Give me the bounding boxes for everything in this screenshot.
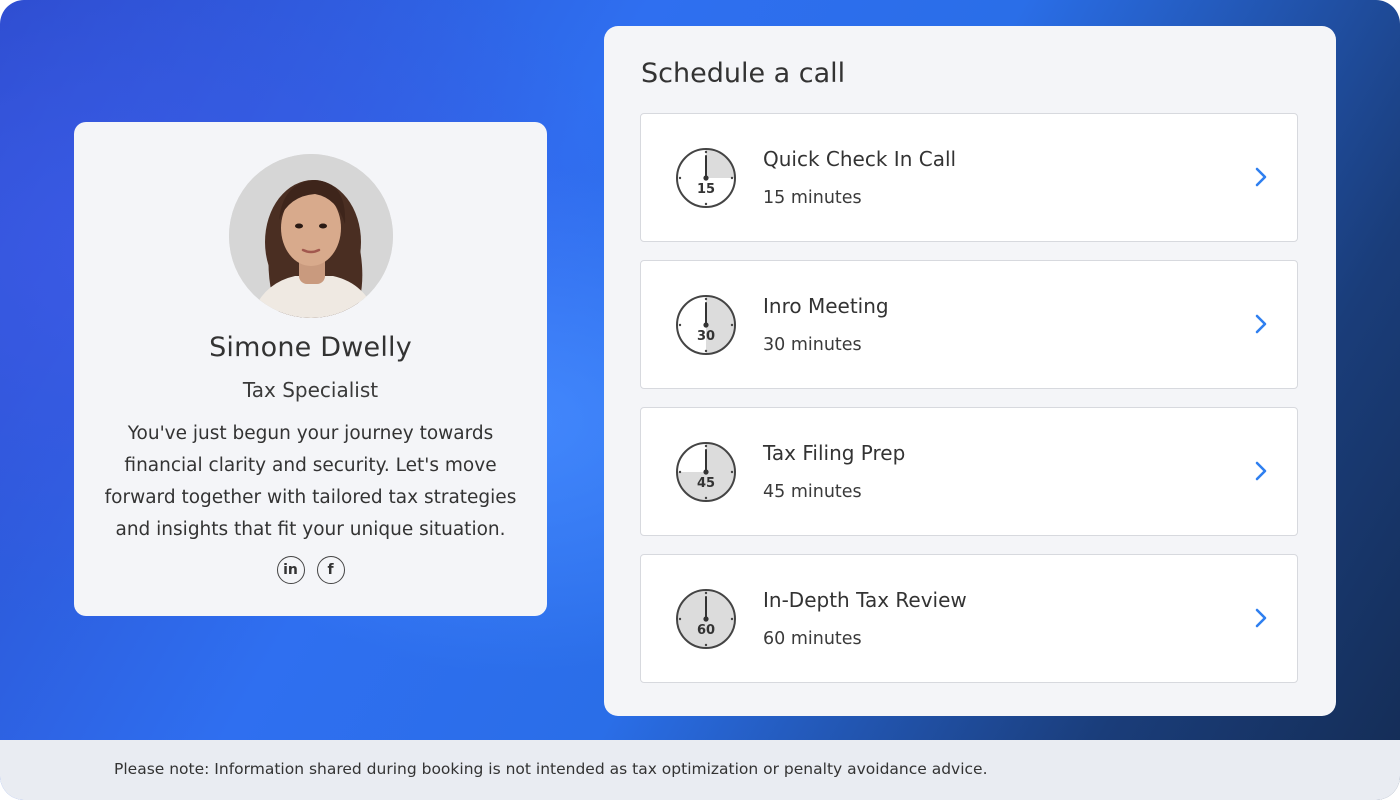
call-name: Inro Meeting [763, 294, 889, 318]
clock-fill [706, 150, 734, 178]
profile-name: Simone Dwelly [209, 332, 412, 363]
chevron-right-icon [1255, 314, 1267, 334]
clock-icon: 45 [676, 442, 736, 502]
disclaimer-text: Please note: Information shared during b… [114, 760, 988, 778]
clock-label: 30 [697, 329, 715, 344]
clock-icon: 15 [676, 148, 736, 208]
clock-label: 15 [697, 182, 715, 197]
facebook-icon[interactable]: f [316, 556, 345, 584]
call-duration: 45 minutes [763, 482, 862, 502]
call-duration: 30 minutes [763, 335, 862, 355]
linkedin-icon[interactable]: in [276, 556, 305, 584]
clock-label: 45 [697, 476, 715, 491]
clock-fill [706, 297, 734, 353]
call-name: Tax Filing Prep [763, 441, 906, 465]
profile-card: Simone Dwelly Tax Specialist You've just… [74, 122, 547, 616]
clock-icon: 60 [676, 589, 736, 649]
chevron-right-icon [1255, 167, 1267, 187]
call-option-in-depth-review[interactable]: 60 In-Depth Tax Review 60 minutes [640, 554, 1298, 683]
schedule-title: Schedule a call [641, 58, 846, 89]
call-option-intro-meeting[interactable]: 30 Inro Meeting 30 minutes [640, 260, 1298, 389]
disclaimer-footer: Please note: Information shared during b… [0, 740, 1400, 800]
chevron-right-icon [1255, 608, 1267, 628]
booking-page: Simone Dwelly Tax Specialist You've just… [0, 0, 1400, 800]
call-name: In-Depth Tax Review [763, 588, 967, 612]
avatar [229, 154, 393, 318]
call-option-quick-check-in[interactable]: 15 Quick Check In Call 15 minutes [640, 113, 1298, 242]
profile-title: Tax Specialist [242, 378, 379, 402]
call-option-tax-filing-prep[interactable]: 45 Tax Filing Prep 45 minutes [640, 407, 1298, 536]
clock-label: 60 [697, 623, 715, 638]
profile-bio: You've just begun your journey towards f… [104, 423, 517, 540]
call-name: Quick Check In Call [763, 147, 957, 171]
call-duration: 15 minutes [763, 188, 862, 208]
social-links: in f [74, 556, 547, 584]
call-duration: 60 minutes [763, 629, 862, 649]
schedule-panel: Schedule a call 15 Quick Check In Call 1… [604, 26, 1336, 716]
chevron-right-icon [1255, 461, 1267, 481]
clock-icon: 30 [676, 295, 736, 355]
